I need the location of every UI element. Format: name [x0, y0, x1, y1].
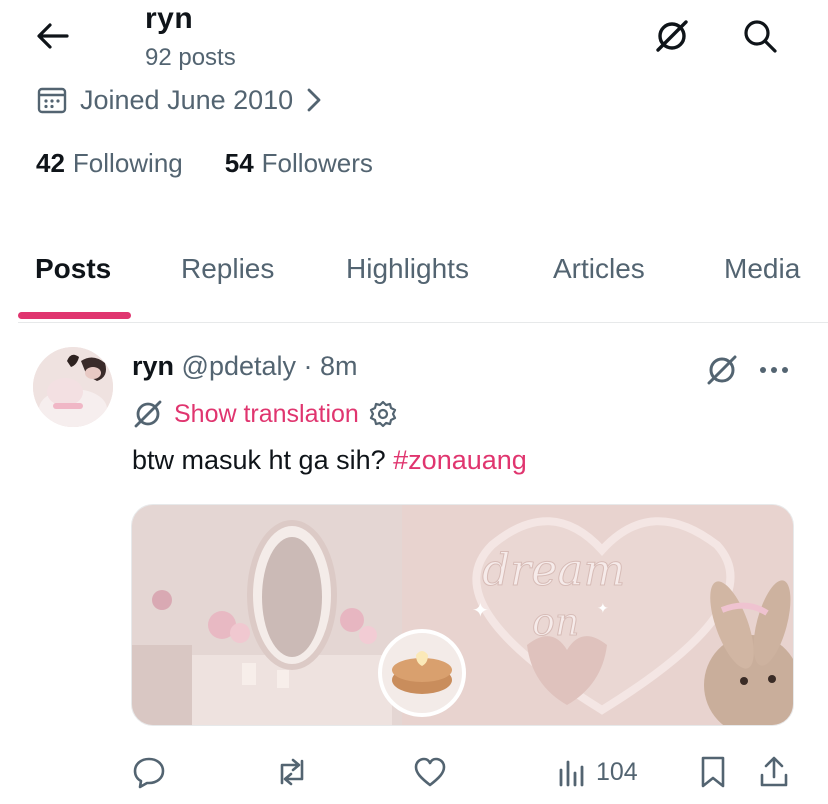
tab-posts[interactable]: Posts — [35, 253, 111, 285]
post-author-name[interactable]: ryn — [132, 351, 174, 381]
tab-articles[interactable]: Articles — [553, 253, 645, 285]
follow-stats: 42 Following 54 Followers — [36, 148, 373, 179]
avatar-image — [33, 347, 113, 427]
svg-text:dream: dream — [482, 545, 625, 596]
back-button[interactable] — [28, 14, 76, 58]
joined-date-row[interactable]: Joined June 2010 — [36, 84, 323, 116]
share-button[interactable] — [758, 752, 790, 792]
following-link[interactable]: 42 Following — [36, 148, 183, 179]
more-dots-icon — [760, 367, 788, 373]
post-more-button[interactable] — [752, 350, 796, 390]
calendar-icon — [37, 87, 67, 114]
translate-slash-icon — [707, 355, 737, 385]
post-avatar[interactable] — [33, 347, 113, 427]
search-icon — [744, 20, 777, 53]
translate-button[interactable] — [648, 14, 696, 58]
chevron-right-icon — [307, 88, 321, 112]
reply-button[interactable] — [132, 752, 166, 792]
post-hashtag[interactable]: #zonauang — [393, 445, 527, 475]
post-author-handle[interactable]: @pdetaly — [182, 351, 296, 381]
post-translate-button[interactable] — [700, 350, 744, 390]
post-time[interactable]: · 8m — [304, 351, 358, 381]
translate-slash-icon — [656, 20, 688, 52]
views-count: 104 — [596, 757, 638, 786]
reply-icon — [133, 757, 165, 789]
gear-icon[interactable] — [369, 400, 397, 428]
joined-date-text: Joined June 2010 — [80, 84, 294, 115]
like-button[interactable] — [413, 752, 447, 792]
svg-text:on: on — [532, 600, 579, 644]
profile-posts-count: 92 posts — [145, 44, 236, 71]
following-label: Following — [72, 148, 183, 178]
post-author-line: ryn @pdetaly · 8m — [132, 351, 358, 382]
repost-button[interactable] — [274, 752, 310, 792]
translate-slash-icon — [134, 400, 162, 428]
tab-media[interactable]: Media — [724, 253, 800, 285]
repost-icon — [280, 758, 304, 786]
bookmark-icon — [701, 756, 725, 788]
media-illustration: dream on ✦ ✦ — [132, 505, 793, 725]
heart-icon — [414, 757, 446, 787]
show-translation-link[interactable]: Show translation — [174, 400, 359, 429]
tab-replies[interactable]: Replies — [181, 253, 274, 285]
svg-text:✦: ✦ — [597, 601, 609, 617]
followers-link[interactable]: 54 Followers — [225, 148, 373, 179]
post-media-image[interactable]: dream on ✦ ✦ — [131, 504, 794, 726]
tabs-divider — [18, 322, 828, 323]
show-translation-row: Show translation — [132, 398, 397, 430]
search-button[interactable] — [736, 14, 784, 58]
profile-tabs: Posts Replies Highlights Articles Media — [18, 245, 828, 323]
tab-highlights[interactable]: Highlights — [346, 253, 469, 285]
svg-text:✦: ✦ — [472, 598, 489, 622]
followers-count: 54 — [224, 148, 254, 178]
share-icon — [760, 756, 788, 787]
profile-header-name: ryn — [145, 2, 194, 35]
post-text: btw masuk ht ga sih? #zonauang — [132, 445, 527, 476]
following-count: 42 — [36, 148, 65, 178]
views-chart-icon — [559, 760, 584, 787]
bookmark-button[interactable] — [698, 752, 728, 792]
followers-label: Followers — [261, 148, 373, 178]
views-button[interactable]: 104 — [556, 752, 638, 792]
active-tab-indicator — [18, 312, 131, 319]
arrow-left-icon — [37, 23, 69, 49]
post-body: btw masuk ht ga sih? — [132, 445, 386, 475]
